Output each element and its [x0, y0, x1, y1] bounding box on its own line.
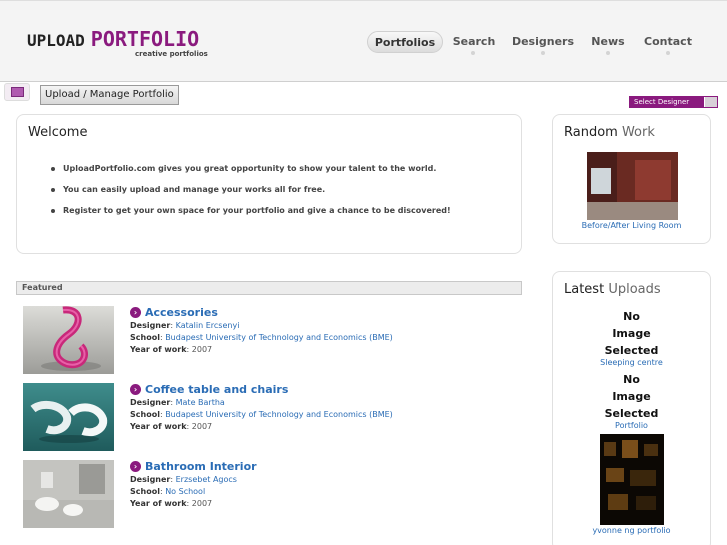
welcome-panel: Welcome UploadPortfolio.com gives you gr… — [16, 114, 522, 254]
latest-uploads-panel: Latest Uploads No Image Selected Sleepin… — [552, 271, 711, 545]
school-link[interactable]: Budapest University of Technology and Ec… — [165, 410, 393, 419]
yvonne-portfolio-thumbnail[interactable] — [600, 434, 664, 525]
latest-caption[interactable]: Portfolio — [553, 421, 710, 430]
latest-caption[interactable]: Sleeping centre — [553, 358, 710, 367]
featured-designer: Designer: Mate Bartha — [130, 398, 225, 407]
random-work-title: Random Work — [564, 125, 655, 140]
bathroom-thumbnail[interactable] — [23, 460, 114, 528]
upload-manage-button[interactable]: Upload / Manage Portfolio — [40, 85, 179, 105]
no-image-placeholder[interactable]: No Image Selected — [553, 308, 710, 359]
welcome-bullet: You can easily upload and manage your wo… — [51, 185, 451, 206]
featured-info: › Accessories Designer: Katalin Ercsenyi … — [130, 306, 510, 356]
featured-item: › Coffee table and chairs Designer: Mate … — [23, 383, 518, 453]
select-designer-dropdown[interactable]: Select Designer — [629, 96, 718, 108]
portfolio-icon[interactable] — [4, 83, 30, 101]
random-work-panel: Random Work Before/After Living Room — [552, 114, 711, 244]
featured-info: › Coffee table and chairs Designer: Mate … — [130, 383, 510, 433]
coffee-table-thumbnail[interactable] — [23, 383, 114, 451]
featured-designer: Designer: Erzsebet Agocs — [130, 475, 237, 484]
featured-item: › Accessories Designer: Katalin Ercsenyi … — [23, 306, 518, 376]
site-header: UPLOAD PORTFOLIO creative portfolios Port… — [0, 0, 727, 82]
dropdown-arrow-icon[interactable] — [704, 97, 717, 107]
designer-link[interactable]: Katalin Ercsenyi — [176, 321, 240, 330]
featured-school: School: Budapest University of Technolog… — [130, 333, 393, 342]
featured-title-link[interactable]: › Accessories — [130, 306, 510, 320]
designer-link[interactable]: Mate Bartha — [176, 398, 225, 407]
featured-year: Year of work: 2007 — [130, 345, 213, 354]
featured-year: Year of work: 2007 — [130, 499, 213, 508]
latest-caption[interactable]: yvonne ng portfolio — [553, 526, 710, 535]
chevron-right-icon: › — [130, 307, 141, 318]
nav-news[interactable]: News — [588, 31, 628, 53]
latest-uploads-title: Latest Uploads — [564, 282, 661, 297]
welcome-title: Welcome — [28, 125, 88, 140]
nav-designers[interactable]: Designers — [508, 31, 578, 53]
featured-school: School: No School — [130, 487, 206, 496]
school-link[interactable]: No School — [165, 487, 205, 496]
nav-dot — [471, 51, 475, 55]
accessories-thumbnail[interactable] — [23, 306, 114, 374]
welcome-bullet: UploadPortfolio.com gives you great oppo… — [51, 164, 451, 185]
nav-contact[interactable]: Contact — [642, 31, 694, 53]
chevron-right-icon: › — [130, 384, 141, 395]
main-nav: Portfolios Search Designers News Contact — [0, 31, 727, 61]
nav-dot — [666, 51, 670, 55]
featured-year: Year of work: 2007 — [130, 422, 213, 431]
nav-dot — [606, 51, 610, 55]
welcome-list: UploadPortfolio.com gives you great oppo… — [51, 164, 451, 227]
nav-dot — [541, 51, 545, 55]
chevron-right-icon: › — [130, 461, 141, 472]
welcome-bullet: Register to get your own space for your … — [51, 206, 451, 227]
select-designer-label: Select Designer — [634, 98, 690, 106]
nav-portfolios[interactable]: Portfolios — [367, 31, 443, 53]
featured-title-link[interactable]: › Coffee table and chairs — [130, 383, 510, 397]
school-link[interactable]: Budapest University of Technology and Ec… — [165, 333, 393, 342]
featured-designer: Designer: Katalin Ercsenyi — [130, 321, 240, 330]
featured-info: › Bathroom Interior Designer: Erzsebet Ag… — [130, 460, 510, 510]
designer-link[interactable]: Erzsebet Agocs — [176, 475, 237, 484]
random-work-thumbnail[interactable] — [587, 152, 678, 220]
random-work-caption[interactable]: Before/After Living Room — [553, 221, 710, 230]
featured-school: School: Budapest University of Technolog… — [130, 410, 393, 419]
featured-item: › Bathroom Interior Designer: Erzsebet Ag… — [23, 460, 518, 530]
nav-search[interactable]: Search — [448, 31, 500, 53]
no-image-placeholder[interactable]: No Image Selected — [553, 371, 710, 422]
featured-header: Featured — [16, 281, 522, 295]
featured-title-link[interactable]: › Bathroom Interior — [130, 460, 510, 474]
